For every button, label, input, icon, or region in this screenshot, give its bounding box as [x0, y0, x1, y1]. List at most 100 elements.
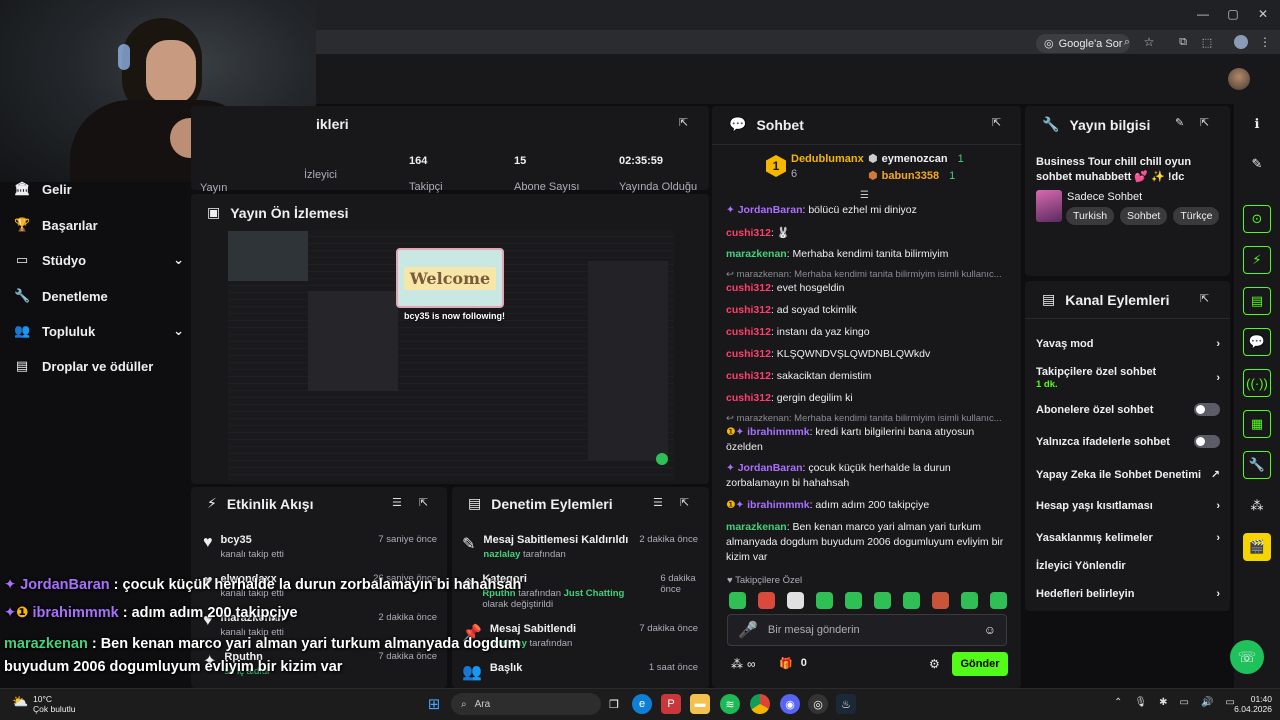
sidebar-item-gelir[interactable]: 🏛 Gelir: [14, 176, 184, 202]
emote-icon[interactable]: [787, 592, 804, 609]
layout-icon[interactable]: ▦: [1243, 410, 1271, 438]
share-icon[interactable]: ⁂: [1243, 492, 1271, 520]
tag-chip[interactable]: Turkish: [1066, 207, 1115, 225]
emote-icon[interactable]: [758, 592, 775, 609]
emote-icon[interactable]: [932, 592, 949, 609]
heart-icon: ♥: [203, 534, 213, 551]
app-icon[interactable]: P: [661, 694, 681, 714]
edit-icon[interactable]: ✎: [1175, 116, 1184, 129]
profile-avatar[interactable]: [1234, 35, 1248, 49]
emote-icon[interactable]: [874, 592, 891, 609]
taskview-icon[interactable]: ❐: [604, 694, 624, 714]
sidebar-item-basarilar[interactable]: 🏆 Başarılar: [14, 212, 184, 238]
chat-bubble-icon: 💬: [729, 116, 747, 132]
sidebar-item-topluluk[interactable]: 👥 Topluluk ⌄: [14, 318, 184, 344]
ai-moderation-row[interactable]: Yapay Zeka ile Sohbet Denetimi ↗: [1036, 468, 1220, 482]
popout-icon[interactable]: ⇱: [1200, 292, 1209, 305]
user-avatar[interactable]: [1228, 68, 1250, 90]
tag-chip[interactable]: Sohbet: [1120, 207, 1168, 225]
wrench-icon[interactable]: 🔧: [1243, 451, 1271, 479]
notes-icon[interactable]: ▤: [1243, 287, 1271, 315]
browser-menu-icon[interactable]: ⋮: [1259, 34, 1271, 50]
chat-message: ✦ JordanBaran: çocuk küçük herhalde la d…: [726, 462, 951, 489]
emote-icon[interactable]: [729, 592, 746, 609]
emote-icon[interactable]: [990, 592, 1007, 609]
broadcast-icon[interactable]: ((·)): [1243, 369, 1271, 397]
leaderboard-second[interactable]: ⬢ eymenozcan 1: [868, 152, 964, 166]
record-icon[interactable]: ⊙: [1243, 205, 1271, 233]
chrome-icon[interactable]: [750, 694, 770, 714]
activity-row: ♥ bcy35 kanalı takip etti 7 saniye önce: [203, 534, 437, 560]
mic-icon: 🎙: [1134, 697, 1148, 708]
zoom-icon[interactable]: ⌕: [1120, 34, 1134, 50]
sidebar-item-studyo[interactable]: ▭ Stüdyo ⌄: [14, 247, 184, 273]
emoji-icon[interactable]: ☺: [984, 623, 996, 637]
popout-icon[interactable]: ⇱: [419, 496, 428, 509]
explorer-icon[interactable]: ▬: [690, 694, 710, 714]
sidebar-item-droplar[interactable]: ▤ Droplar ve ödüller: [14, 353, 184, 379]
send-button[interactable]: Gönder: [952, 652, 1008, 676]
taskbar-search[interactable]: ⌕ Ara: [451, 693, 601, 715]
tag-chip[interactable]: Türkçe: [1173, 207, 1220, 225]
steam-icon[interactable]: ♨: [836, 694, 856, 714]
spotify-icon[interactable]: ≋: [720, 694, 740, 714]
chat-message: cushi312: sakaciktan demistim: [726, 370, 872, 382]
popout-icon[interactable]: ⇱: [1200, 116, 1209, 129]
discord-icon[interactable]: ◉: [780, 694, 800, 714]
popout-icon[interactable]: ⇱: [680, 496, 689, 509]
emote-only-toggle[interactable]: [1194, 435, 1220, 448]
clock[interactable]: 01:40 6.04.2026: [1228, 694, 1272, 714]
filter-icon[interactable]: ☰: [392, 496, 402, 509]
chat-message: marazkenan: Ben kenan marco yari alman y…: [726, 521, 1004, 563]
filter-icon[interactable]: ☰: [653, 496, 663, 509]
community-points[interactable]: ⁂ ∞: [731, 657, 756, 671]
preview-support-icon: [656, 453, 668, 465]
gift-icon: 🎁: [779, 658, 793, 670]
stream-preview[interactable]: Welcome bcy35 is now following!: [228, 231, 674, 481]
emote-icon[interactable]: [845, 592, 862, 609]
emote-icon[interactable]: [903, 592, 920, 609]
lightning-icon[interactable]: ⚡: [1243, 246, 1271, 274]
divider: [712, 144, 1021, 145]
google-ask-button[interactable]: ◎ Google'a Sor: [1036, 34, 1131, 53]
emote-icon[interactable]: [961, 592, 978, 609]
followers-only-row[interactable]: Takipçilere özel sohbet 1 dk. ›: [1036, 366, 1220, 390]
clip-icon[interactable]: 🎬: [1243, 533, 1271, 561]
banned-words-row[interactable]: Yasaklanmış kelimeler ›: [1036, 532, 1220, 544]
sidebar-item-denetleme[interactable]: 🔧 Denetleme: [14, 283, 184, 309]
info-icon[interactable]: ℹ: [1243, 110, 1271, 138]
extensions-icon[interactable]: ⬚: [1200, 34, 1214, 50]
close-window-button[interactable]: ✕: [1252, 5, 1274, 23]
divider: [1025, 318, 1230, 319]
host-channel-row[interactable]: İzleyici Yönlendir: [1036, 560, 1220, 572]
chat-message: cushi312: ad soyad tckimlik: [726, 304, 857, 316]
minimize-button[interactable]: —: [1192, 5, 1214, 23]
chat-rewards[interactable]: 🎁 0: [779, 657, 807, 670]
system-tray[interactable]: ⌃ 🎙 ✱ ▭ 🔊 ▭: [1114, 697, 1235, 708]
emote-icon[interactable]: [816, 592, 833, 609]
expand-leaderboard-icon[interactable]: ☰: [860, 190, 869, 201]
obs-icon[interactable]: ◎: [808, 694, 828, 714]
category-name[interactable]: Sadece Sohbet: [1067, 191, 1142, 203]
chat-input[interactable]: 🎤 Bir mesaj gönderin ☺: [727, 614, 1007, 646]
popout-icon[interactable]: ⇱: [679, 116, 688, 129]
chat-settings-icon[interactable]: ⚙: [929, 657, 940, 671]
translate-icon[interactable]: ⧉: [1176, 34, 1190, 50]
volume-icon: 🔊: [1200, 697, 1214, 708]
weather-widget[interactable]: 10°C Çok bulutlu: [33, 694, 76, 714]
leaderboard-third[interactable]: ⬢ babun3358 1: [868, 169, 955, 183]
popout-icon[interactable]: ⇱: [992, 116, 1001, 129]
edit-icon[interactable]: ✎: [1243, 150, 1271, 178]
chat-icon[interactable]: 💬: [1243, 328, 1271, 356]
bookmark-star-icon[interactable]: ☆: [1142, 34, 1156, 50]
start-icon[interactable]: ⊞: [424, 694, 444, 714]
support-icon[interactable]: ☏: [1230, 640, 1264, 674]
account-age-row[interactable]: Hesap yaşı kısıtlaması ›: [1036, 500, 1220, 512]
subscribers-only-toggle[interactable]: [1194, 403, 1220, 416]
slow-mode-row[interactable]: Yavaş mod ›: [1036, 338, 1220, 350]
leaderboard-first[interactable]: Dedublumanx: [791, 153, 864, 165]
set-goals-row[interactable]: Hedefleri belirleyin ›: [1036, 588, 1220, 600]
edge-icon[interactable]: e: [632, 694, 652, 714]
maximize-button[interactable]: ▢: [1222, 5, 1244, 23]
stream-title-text: Business Tour chill chill oyun sohbet mu…: [1036, 156, 1192, 183]
